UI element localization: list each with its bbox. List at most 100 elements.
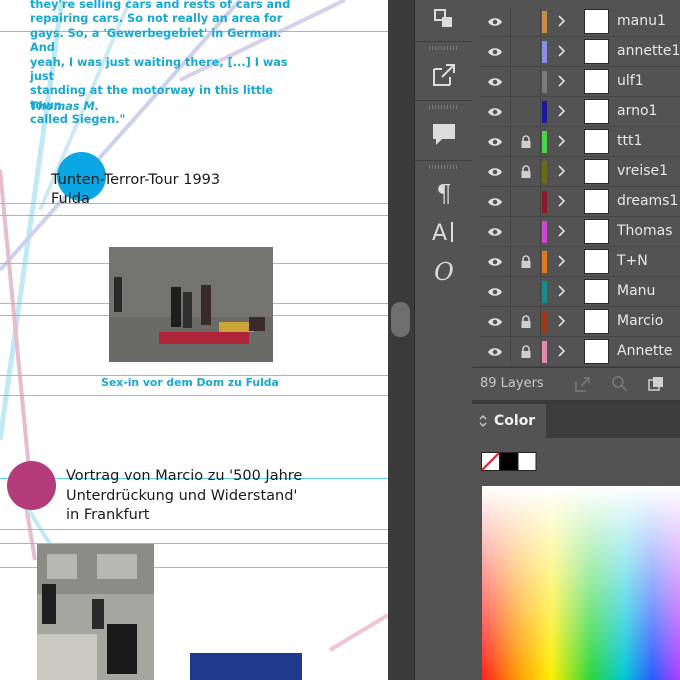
collapse-toggle-icon[interactable] [478,414,488,428]
layer-name[interactable]: T+N [617,253,648,269]
layer-row[interactable]: ulf1 [480,67,680,97]
chevron-right-icon[interactable] [554,343,568,359]
chevron-right-icon[interactable] [554,283,568,299]
layer-row[interactable]: T+N [480,247,680,277]
chevron-right-icon[interactable] [554,253,568,269]
layer-color-swatch [542,161,547,183]
quote-author: Thomas M. [30,100,100,113]
color-spectrum-ramp[interactable] [482,486,680,680]
eye-icon[interactable] [480,127,511,156]
layer-row[interactable]: Marcio [480,307,680,337]
layer-name[interactable]: vreise1 [617,163,668,179]
layer-row[interactable]: dreams1 [480,187,680,217]
lock-icon[interactable] [511,37,541,66]
layer-row[interactable]: arno1 [480,97,680,127]
layer-color-swatch [542,341,547,363]
comment-icon[interactable] [427,117,461,151]
search-icon[interactable] [610,374,630,394]
canvas-scrollbar-track[interactable] [388,0,414,680]
lock-icon[interactable] [511,127,541,156]
layer-row[interactable]: Thomas [480,217,680,247]
photo-image [37,544,154,680]
lock-icon[interactable] [511,277,541,306]
layer-color-swatch [542,71,547,93]
eye-icon[interactable] [480,337,511,366]
lock-icon[interactable] [511,247,541,276]
paragraph-icon[interactable]: ¶ [427,177,461,211]
layer-thumbnail [584,219,609,244]
chevron-right-icon[interactable] [554,133,568,149]
separator [415,160,473,161]
lock-icon[interactable] [511,157,541,186]
photo-sex-in[interactable] [109,247,273,362]
chevron-right-icon[interactable] [554,313,568,329]
eye-icon[interactable] [480,37,511,66]
layer-color-swatch [542,41,547,63]
layer-name[interactable]: arno1 [617,103,657,119]
separator [415,41,473,42]
chevron-right-icon[interactable] [554,163,568,179]
new-layer-icon[interactable] [646,374,666,394]
layer-row[interactable]: manu1 [480,7,680,37]
chevron-right-icon[interactable] [554,103,568,119]
layer-name[interactable]: ttt1 [617,133,642,149]
character-icon[interactable]: A [427,215,461,249]
layer-color-swatch [542,281,547,303]
chevron-right-icon[interactable] [554,223,568,239]
layer-name[interactable]: ulf1 [617,73,644,89]
eye-icon[interactable] [480,7,511,36]
tab-color[interactable]: Color [472,404,546,438]
lock-icon[interactable] [511,307,541,336]
photo-caption: Sex-in vor dem Dom zu Fulda [101,376,279,389]
layer-row[interactable]: Annette [480,337,680,367]
layer-row[interactable]: Manu [480,277,680,307]
layer-row[interactable]: vreise1 [480,157,680,187]
layer-row[interactable]: ttt1 [480,127,680,157]
chevron-right-icon[interactable] [554,193,568,209]
lock-icon[interactable] [511,7,541,36]
eye-icon[interactable] [480,277,511,306]
eye-icon[interactable] [480,247,511,276]
layer-thumbnail [584,309,609,334]
layer-name[interactable]: manu1 [617,13,666,29]
color-tabbar: Color [472,404,680,438]
guide-line [0,215,388,216]
lock-icon[interactable] [511,97,541,126]
grip-handle[interactable] [429,165,459,169]
fill-stroke-swatches[interactable] [481,452,537,471]
eye-icon[interactable] [480,307,511,336]
document-canvas[interactable]: they're selling cars and rests of cars a… [0,0,388,680]
photo-vortrag[interactable] [37,544,154,680]
lock-icon[interactable] [511,337,541,366]
lock-icon[interactable] [511,217,541,246]
chevron-right-icon[interactable] [554,13,568,29]
layer-name[interactable]: annette1 [617,43,680,59]
layer-name[interactable]: Annette [617,343,673,359]
chevron-right-icon[interactable] [554,43,568,59]
export-icon[interactable] [427,58,461,92]
move-to-layer-icon[interactable] [572,374,592,394]
eye-icon[interactable] [480,187,511,216]
eye-icon[interactable] [480,97,511,126]
canvas-scrollbar-thumb[interactable] [391,302,410,337]
layer-name[interactable]: Marcio [617,313,663,329]
grip-handle[interactable] [429,46,459,50]
eye-icon[interactable] [480,217,511,246]
layer-thumbnail [584,9,609,34]
photo-blue[interactable] [190,653,302,680]
timeline-dot-magenta [7,461,56,510]
layer-name[interactable]: Manu [617,283,655,299]
glyphs-icon[interactable]: O [427,255,461,289]
lock-icon[interactable] [511,187,541,216]
layer-name[interactable]: Thomas [617,223,673,239]
eye-icon[interactable] [480,157,511,186]
lock-icon[interactable] [511,67,541,96]
photo-image [109,247,273,362]
eye-icon[interactable] [480,67,511,96]
chevron-right-icon[interactable] [554,73,568,89]
grip-handle[interactable] [429,105,459,109]
layer-row[interactable]: annette1 [480,37,680,67]
layer-name[interactable]: dreams1 [617,193,678,209]
arrange-pages-icon[interactable] [427,2,461,36]
layer-thumbnail [584,249,609,274]
